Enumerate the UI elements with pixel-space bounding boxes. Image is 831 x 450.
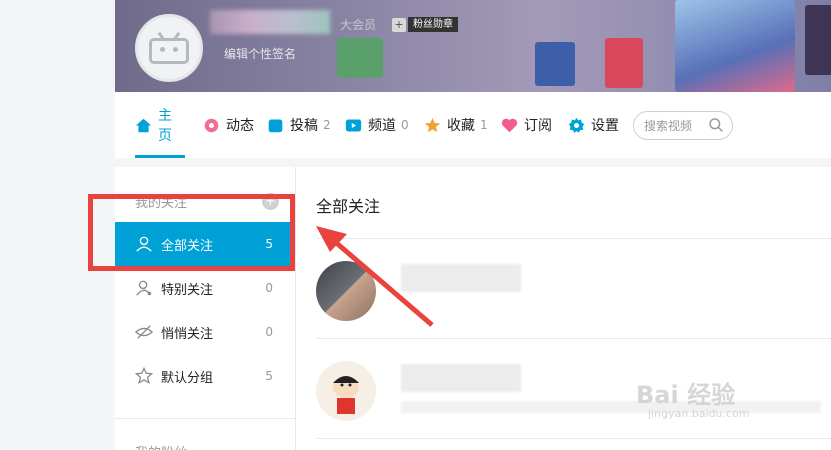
tab-settings[interactable]: 设置 [568,92,619,158]
sidebar-fans-header[interactable]: 我的粉丝 [135,442,187,450]
sidebar-item-count: 5 [265,369,273,383]
tab-subscribe[interactable]: 订阅 [501,92,552,158]
sidebar-item-default-group[interactable]: 默认分组 5 [115,354,295,398]
home-icon [135,118,152,132]
tab-subscribe-label: 订阅 [524,118,552,134]
tab-upload-count: 2 [323,118,331,132]
sidebar-item-label: 悄悄关注 [161,326,214,342]
sidebar-item-label: 特别关注 [161,282,214,298]
user-avatar[interactable] [135,14,203,82]
person-icon [136,236,152,252]
heart-icon [501,118,518,132]
sidebar-item-special-follows[interactable]: 特别关注 0 [115,266,295,310]
banner-gift-decoration [675,0,795,92]
follower-avatar-cartoon[interactable] [316,361,376,421]
tab-dynamic-label: 动态 [226,118,254,134]
profile-nav: 主页 动态 投稿 2 频道 0 收藏 1 订阅 设置 搜索视频 [115,92,831,158]
banner-gift-decoration [605,38,643,88]
sidebar-item-label: 全部关注 [161,238,214,254]
vip-label[interactable]: 大会员 [340,16,376,33]
tab-favorites-count: 1 [480,118,488,132]
fan-badge[interactable]: + 粉丝勋章 [392,17,458,32]
search-icon[interactable] [708,117,724,133]
sidebar-item-all-follows[interactable]: 全部关注 5 [115,222,295,266]
sidebar-header: 我的关注 [135,196,188,211]
list-item[interactable] [316,239,831,339]
page: 大会员 + 粉丝勋章 编辑个性签名 主页 动态 投稿 2 频道 0 收藏 1 订… [0,0,831,450]
star-icon [424,117,441,132]
sidebar-item-count: 0 [265,325,273,339]
eye-hidden-icon [135,325,153,339]
banner-gift-decoration [535,42,575,86]
tab-favorites-label: 收藏 [447,118,475,134]
search-input[interactable]: 搜索视频 [633,111,733,140]
follower-name-blurred[interactable] [401,264,521,292]
banner-gift-decoration [337,38,383,78]
tab-dynamic[interactable]: 动态 [203,92,254,158]
tab-upload-label: 投稿 [290,118,318,134]
add-group-button[interactable]: + [262,193,279,210]
tab-upload[interactable]: 投稿 2 [267,92,331,158]
fan-badge-label: 粉丝勋章 [408,17,458,32]
sidebar-divider [115,418,295,419]
fan-badge-plus: + [392,17,406,32]
username-blurred [210,10,330,34]
banner-gift-decoration [805,5,831,75]
sidebar-item-label: 默认分组 [161,370,214,386]
follower-name-blurred[interactable] [401,364,521,392]
watermark-logo: Bai 经验 [636,381,736,409]
follow-sidebar: 我的关注 + 全部关注 5 特别关注 0 悄悄关注 0 默认分组 5 我的粉丝 [115,167,295,450]
cartoon-boy-icon [333,376,359,414]
tab-channel-count: 0 [401,118,409,132]
tab-home-label: 主页 [158,108,172,144]
bilibili-tv-icon [149,31,189,64]
watermark-url: jingyan.baidu.com [648,407,750,420]
tab-channel-label: 频道 [368,118,396,134]
tab-channel[interactable]: 频道 0 [345,92,409,158]
flower-icon [204,118,219,132]
special-person-icon [136,280,152,296]
channel-icon [345,119,362,131]
upload-icon [268,119,283,132]
tab-home[interactable]: 主页 [135,92,185,158]
sidebar-item-count: 0 [265,281,273,295]
follower-desc-blurred [401,401,821,413]
gear-icon [568,117,585,133]
list-item[interactable] [316,339,831,439]
search-placeholder: 搜索视频 [644,119,693,133]
follow-list-panel: 全部关注 [295,167,831,450]
tab-settings-label: 设置 [591,118,619,134]
signature-edit[interactable]: 编辑个性签名 [224,45,296,62]
star-outline-icon [135,367,153,385]
sidebar-item-count: 5 [265,237,273,251]
tab-favorites[interactable]: 收藏 1 [424,92,488,158]
sidebar-item-quiet-follows[interactable]: 悄悄关注 0 [115,310,295,354]
page-title: 全部关注 [316,197,381,216]
follower-avatar-blurred[interactable] [316,261,376,321]
